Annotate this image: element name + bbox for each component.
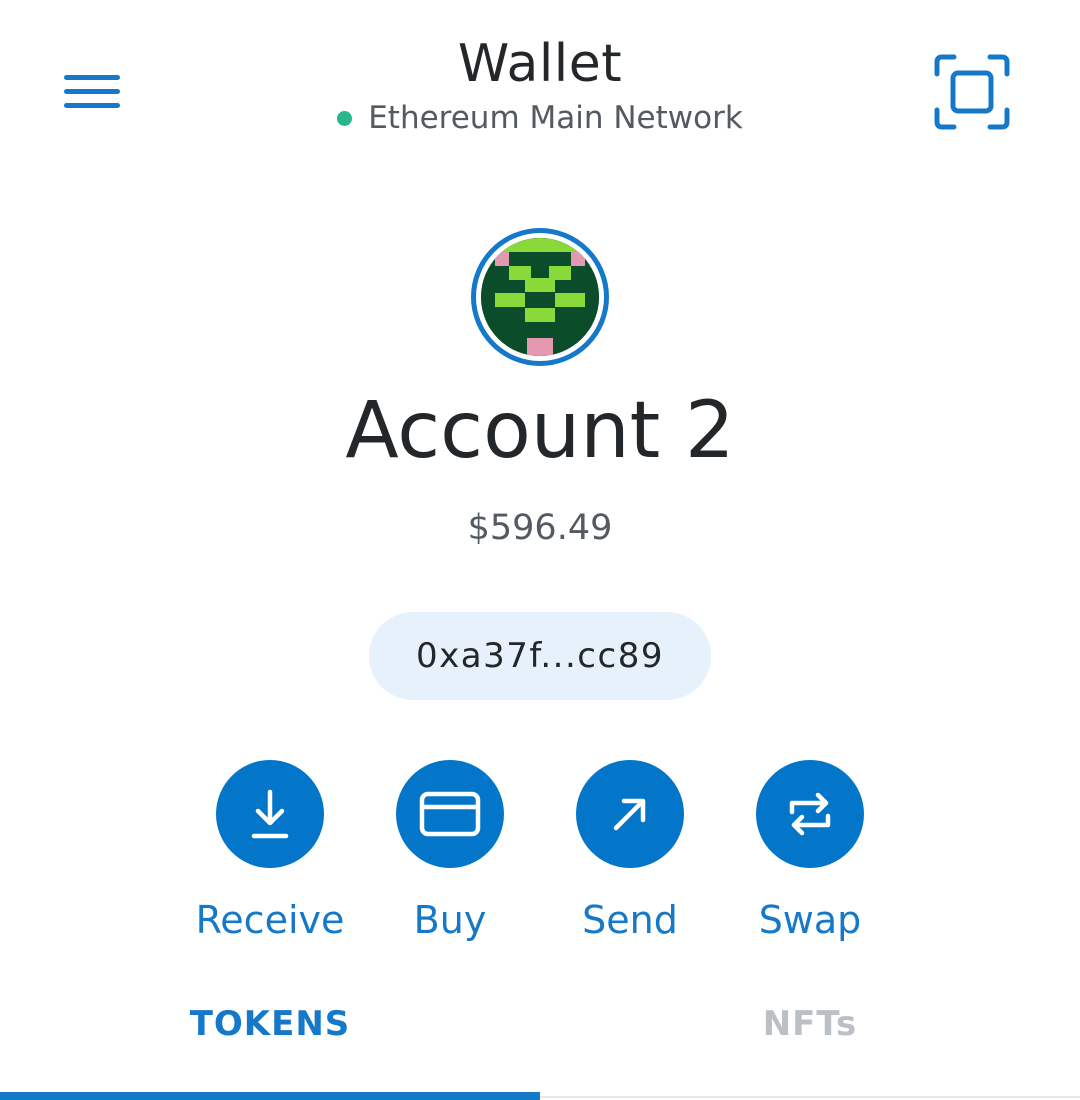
network-selector[interactable]: Ethereum Main Network	[0, 100, 1080, 136]
wallet-screen: Wallet Ethereum Main Network Account 2 $…	[0, 0, 1080, 1100]
page-title: Wallet	[457, 34, 623, 94]
buy-button[interactable]: Buy	[360, 760, 540, 942]
credit-card-icon	[396, 760, 504, 868]
tab-divider	[540, 1096, 1080, 1098]
network-status-dot	[337, 110, 353, 126]
qr-scan-icon[interactable]	[934, 54, 1010, 130]
account-avatar[interactable]	[471, 228, 609, 366]
tab-tokens[interactable]: TOKENS	[0, 1004, 540, 1044]
tab-nfts[interactable]: NFTs	[540, 1004, 1080, 1044]
identicon-icon	[481, 238, 599, 356]
account-address-button[interactable]: 0xa37f...cc89	[369, 612, 711, 700]
receive-label: Receive	[195, 898, 345, 942]
network-name: Ethereum Main Network	[368, 100, 743, 136]
active-tab-indicator	[0, 1092, 540, 1100]
download-icon	[216, 760, 324, 868]
swap-label: Swap	[758, 898, 862, 942]
send-button[interactable]: Send	[540, 760, 720, 942]
receive-button[interactable]: Receive	[180, 760, 360, 942]
swap-button[interactable]: Swap	[720, 760, 900, 942]
buy-label: Buy	[413, 898, 487, 942]
account-balance: $596.49	[467, 508, 613, 548]
account-name: Account 2	[345, 386, 735, 476]
arrow-up-right-icon	[576, 760, 684, 868]
swap-arrows-icon	[756, 760, 864, 868]
send-label: Send	[582, 898, 678, 942]
